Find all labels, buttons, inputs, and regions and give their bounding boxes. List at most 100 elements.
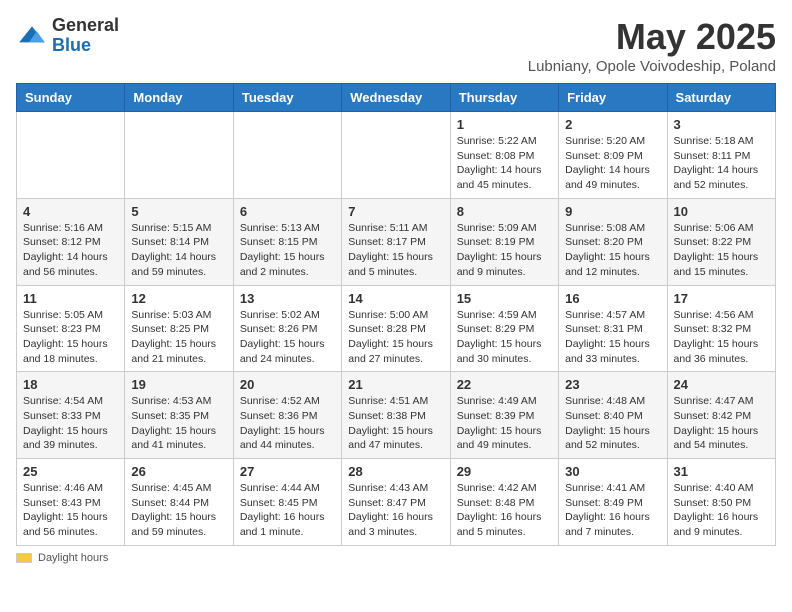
day-number: 18 xyxy=(23,377,118,392)
day-number: 27 xyxy=(240,464,335,479)
day-number: 5 xyxy=(131,204,226,219)
day-number: 15 xyxy=(457,291,552,306)
day-cell: 17Sunrise: 4:56 AM Sunset: 8:32 PM Dayli… xyxy=(667,285,775,372)
day-info: Sunrise: 4:43 AM Sunset: 8:47 PM Dayligh… xyxy=(348,481,443,540)
day-info: Sunrise: 4:52 AM Sunset: 8:36 PM Dayligh… xyxy=(240,394,335,453)
day-cell: 8 Sunrise: 5:09 AM Sunset: 8:19 PM Daylig… xyxy=(450,198,558,285)
day-cell: 20 Sunrise: 4:52 AM Sunset: 8:36 PM Dayli… xyxy=(233,372,341,459)
day-cell: 7Sunrise: 5:11 AM Sunset: 8:17 PM Daylig… xyxy=(342,198,450,285)
day-info: Sunrise: 4:45 AM Sunset: 8:44 PM Dayligh… xyxy=(131,481,226,540)
day-cell xyxy=(233,112,341,199)
week-row-1: 1 Sunrise: 5:22 AM Sunset: 8:08 PM Daylig… xyxy=(17,112,776,199)
day-number: 21 xyxy=(348,377,443,392)
day-cell: 10 Sunrise: 5:06 AM Sunset: 8:22 PM Dayli… xyxy=(667,198,775,285)
day-cell: 24 Sunrise: 4:47 AM Sunset: 8:42 PM Dayli… xyxy=(667,372,775,459)
day-info: Sunrise: 5:22 AM Sunset: 8:08 PM Dayligh… xyxy=(457,134,552,193)
day-number: 31 xyxy=(674,464,769,479)
day-info: Sunrise: 4:40 AM Sunset: 8:50 PM Dayligh… xyxy=(674,481,769,540)
day-number: 6 xyxy=(240,204,335,219)
day-info: Sunrise: 4:51 AM Sunset: 8:38 PM Dayligh… xyxy=(348,394,443,453)
day-info: Sunrise: 5:09 AM Sunset: 8:19 PM Dayligh… xyxy=(457,221,552,280)
day-number: 9 xyxy=(565,204,660,219)
day-cell: 19 Sunrise: 4:53 AM Sunset: 8:35 PM Dayli… xyxy=(125,372,233,459)
day-info: Sunrise: 5:05 AM Sunset: 8:23 PM Dayligh… xyxy=(23,308,118,367)
daylight-label: Daylight hours xyxy=(38,552,108,564)
header-row: SundayMondayTuesdayWednesdayThursdayFrid… xyxy=(17,84,776,112)
location-title: Lubniany, Opole Voivodeship, Poland xyxy=(528,58,776,75)
day-cell: 27Sunrise: 4:44 AM Sunset: 8:45 PM Dayli… xyxy=(233,459,341,546)
day-info: Sunrise: 5:03 AM Sunset: 8:25 PM Dayligh… xyxy=(131,308,226,367)
logo: General Blue xyxy=(16,16,119,56)
header-tuesday: Tuesday xyxy=(233,84,341,112)
day-number: 13 xyxy=(240,291,335,306)
day-info: Sunrise: 4:49 AM Sunset: 8:39 PM Dayligh… xyxy=(457,394,552,453)
day-number: 22 xyxy=(457,377,552,392)
day-cell: 21 Sunrise: 4:51 AM Sunset: 8:38 PM Dayli… xyxy=(342,372,450,459)
day-cell: 5 Sunrise: 5:15 AM Sunset: 8:14 PM Daylig… xyxy=(125,198,233,285)
day-number: 25 xyxy=(23,464,118,479)
day-cell: 9 Sunrise: 5:08 AM Sunset: 8:20 PM Daylig… xyxy=(559,198,667,285)
day-cell xyxy=(17,112,125,199)
day-info: Sunrise: 4:56 AM Sunset: 8:32 PM Dayligh… xyxy=(674,308,769,367)
day-cell: 12Sunrise: 5:03 AM Sunset: 8:25 PM Dayli… xyxy=(125,285,233,372)
day-number: 19 xyxy=(131,377,226,392)
day-cell xyxy=(342,112,450,199)
day-info: Sunrise: 5:16 AM Sunset: 8:12 PM Dayligh… xyxy=(23,221,118,280)
day-number: 29 xyxy=(457,464,552,479)
day-cell: 22 Sunrise: 4:49 AM Sunset: 8:39 PM Dayli… xyxy=(450,372,558,459)
page-header: General Blue May 2025 Lubniany, Opole Vo… xyxy=(16,16,776,75)
day-info: Sunrise: 5:02 AM Sunset: 8:26 PM Dayligh… xyxy=(240,308,335,367)
day-cell: 29 Sunrise: 4:42 AM Sunset: 8:48 PM Dayli… xyxy=(450,459,558,546)
day-number: 2 xyxy=(565,117,660,132)
day-info: Sunrise: 4:54 AM Sunset: 8:33 PM Dayligh… xyxy=(23,394,118,453)
day-info: Sunrise: 5:06 AM Sunset: 8:22 PM Dayligh… xyxy=(674,221,769,280)
week-row-2: 4Sunrise: 5:16 AM Sunset: 8:12 PM Daylig… xyxy=(17,198,776,285)
day-cell: 26 Sunrise: 4:45 AM Sunset: 8:44 PM Dayli… xyxy=(125,459,233,546)
header-sunday: Sunday xyxy=(17,84,125,112)
day-number: 14 xyxy=(348,291,443,306)
day-info: Sunrise: 5:08 AM Sunset: 8:20 PM Dayligh… xyxy=(565,221,660,280)
day-cell: 31 Sunrise: 4:40 AM Sunset: 8:50 PM Dayli… xyxy=(667,459,775,546)
header-wednesday: Wednesday xyxy=(342,84,450,112)
day-cell: 13 Sunrise: 5:02 AM Sunset: 8:26 PM Dayli… xyxy=(233,285,341,372)
week-row-4: 18 Sunrise: 4:54 AM Sunset: 8:33 PM Dayli… xyxy=(17,372,776,459)
day-number: 8 xyxy=(457,204,552,219)
day-number: 10 xyxy=(674,204,769,219)
day-cell: 28Sunrise: 4:43 AM Sunset: 8:47 PM Dayli… xyxy=(342,459,450,546)
header-thursday: Thursday xyxy=(450,84,558,112)
day-number: 20 xyxy=(240,377,335,392)
logo-text: General Blue xyxy=(52,16,119,56)
header-saturday: Saturday xyxy=(667,84,775,112)
day-info: Sunrise: 4:47 AM Sunset: 8:42 PM Dayligh… xyxy=(674,394,769,453)
day-info: Sunrise: 4:42 AM Sunset: 8:48 PM Dayligh… xyxy=(457,481,552,540)
day-cell: 15 Sunrise: 4:59 AM Sunset: 8:29 PM Dayli… xyxy=(450,285,558,372)
day-info: Sunrise: 5:18 AM Sunset: 8:11 PM Dayligh… xyxy=(674,134,769,193)
day-cell: 3Sunrise: 5:18 AM Sunset: 8:11 PM Daylig… xyxy=(667,112,775,199)
day-cell: 23 Sunrise: 4:48 AM Sunset: 8:40 PM Dayli… xyxy=(559,372,667,459)
day-cell: 4Sunrise: 5:16 AM Sunset: 8:12 PM Daylig… xyxy=(17,198,125,285)
day-info: Sunrise: 5:00 AM Sunset: 8:28 PM Dayligh… xyxy=(348,308,443,367)
day-info: Sunrise: 4:48 AM Sunset: 8:40 PM Dayligh… xyxy=(565,394,660,453)
month-title: May 2025 xyxy=(528,16,776,58)
day-number: 11 xyxy=(23,291,118,306)
day-info: Sunrise: 4:57 AM Sunset: 8:31 PM Dayligh… xyxy=(565,308,660,367)
day-cell: 2 Sunrise: 5:20 AM Sunset: 8:09 PM Daylig… xyxy=(559,112,667,199)
day-info: Sunrise: 5:15 AM Sunset: 8:14 PM Dayligh… xyxy=(131,221,226,280)
calendar-table: SundayMondayTuesdayWednesdayThursdayFrid… xyxy=(16,83,776,546)
day-info: Sunrise: 4:59 AM Sunset: 8:29 PM Dayligh… xyxy=(457,308,552,367)
logo-icon xyxy=(16,20,48,52)
day-number: 24 xyxy=(674,377,769,392)
week-row-3: 11 Sunrise: 5:05 AM Sunset: 8:23 PM Dayli… xyxy=(17,285,776,372)
day-info: Sunrise: 5:20 AM Sunset: 8:09 PM Dayligh… xyxy=(565,134,660,193)
day-info: Sunrise: 5:11 AM Sunset: 8:17 PM Dayligh… xyxy=(348,221,443,280)
day-info: Sunrise: 4:53 AM Sunset: 8:35 PM Dayligh… xyxy=(131,394,226,453)
day-number: 30 xyxy=(565,464,660,479)
day-number: 1 xyxy=(457,117,552,132)
day-number: 23 xyxy=(565,377,660,392)
footer-note: Daylight hours xyxy=(16,552,776,564)
day-cell: 18 Sunrise: 4:54 AM Sunset: 8:33 PM Dayli… xyxy=(17,372,125,459)
day-cell: 1 Sunrise: 5:22 AM Sunset: 8:08 PM Daylig… xyxy=(450,112,558,199)
header-monday: Monday xyxy=(125,84,233,112)
day-number: 26 xyxy=(131,464,226,479)
day-info: Sunrise: 4:46 AM Sunset: 8:43 PM Dayligh… xyxy=(23,481,118,540)
